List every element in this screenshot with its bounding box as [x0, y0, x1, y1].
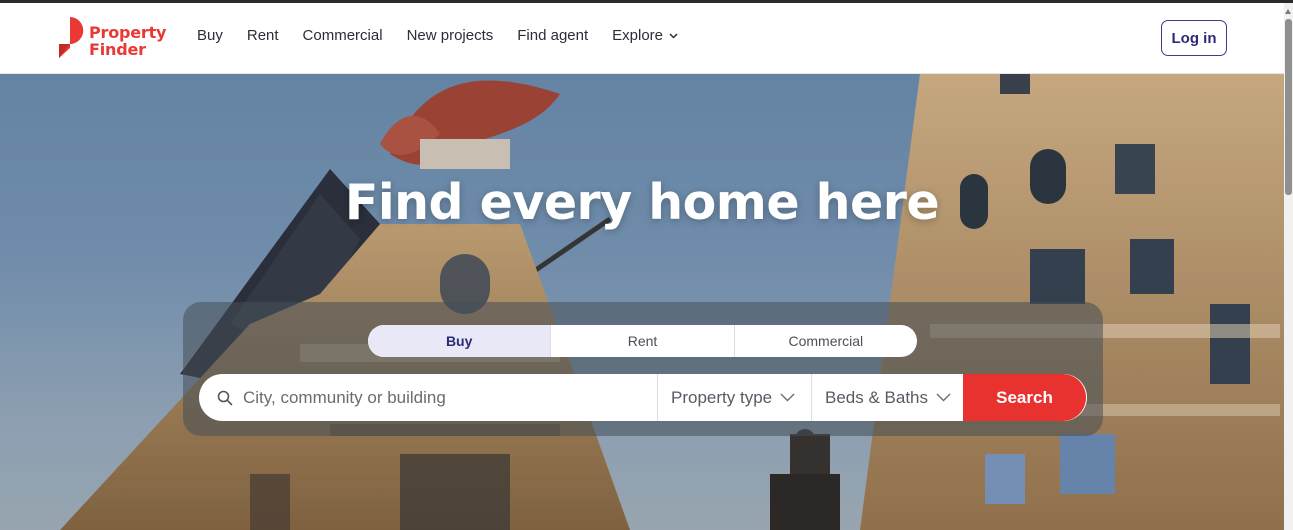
logo-word-2: Finder — [89, 40, 146, 59]
logo-wordmark: Property Finder — [89, 24, 166, 58]
search-icon — [217, 390, 233, 405]
search-panel: Buy Rent Commercial Property type Beds &… — [183, 302, 1103, 436]
main-nav: Buy Rent Commercial New projects Find ag… — [197, 27, 702, 44]
chevron-down-icon — [780, 393, 795, 402]
nav-explore[interactable]: Explore — [612, 27, 678, 44]
scroll-thumb[interactable] — [1285, 19, 1292, 195]
beds-baths-dropdown[interactable]: Beds & Baths — [811, 374, 963, 421]
nav-find-agent[interactable]: Find agent — [517, 27, 588, 44]
property-type-dropdown[interactable]: Property type — [657, 374, 811, 421]
logo-word-1: Property — [89, 23, 167, 42]
chevron-down-icon — [669, 32, 678, 39]
nav-new-projects[interactable]: New projects — [407, 27, 494, 44]
tab-commercial[interactable]: Commercial — [733, 325, 917, 357]
site-header: Property Finder Buy Rent Commercial New … — [0, 3, 1284, 74]
hero-section: Find every home here Buy Rent Commercial… — [0, 74, 1284, 530]
search-bar: Property type Beds & Baths Search — [199, 374, 1087, 421]
search-button[interactable]: Search — [963, 374, 1086, 421]
nav-commercial[interactable]: Commercial — [303, 27, 383, 44]
scroll-up-arrow-icon[interactable] — [1285, 9, 1291, 14]
listing-type-tabs: Buy Rent Commercial — [368, 325, 917, 357]
nav-rent[interactable]: Rent — [247, 27, 279, 44]
page-scrollbar[interactable] — [1284, 3, 1293, 530]
nav-buy[interactable]: Buy — [197, 27, 223, 44]
login-button[interactable]: Log in — [1161, 20, 1227, 56]
nav-explore-label: Explore — [612, 27, 664, 44]
location-search-input[interactable] — [243, 387, 643, 408]
beds-baths-label: Beds & Baths — [825, 387, 929, 407]
chevron-down-icon — [936, 393, 951, 402]
tab-rent[interactable]: Rent — [550, 325, 733, 357]
location-field[interactable] — [199, 374, 657, 421]
hero-title: Find every home here — [344, 174, 940, 231]
logo-mark-icon — [59, 17, 84, 58]
property-type-label: Property type — [671, 387, 773, 407]
tab-buy[interactable]: Buy — [368, 325, 551, 357]
property-finder-logo[interactable]: Property Finder — [56, 16, 168, 62]
